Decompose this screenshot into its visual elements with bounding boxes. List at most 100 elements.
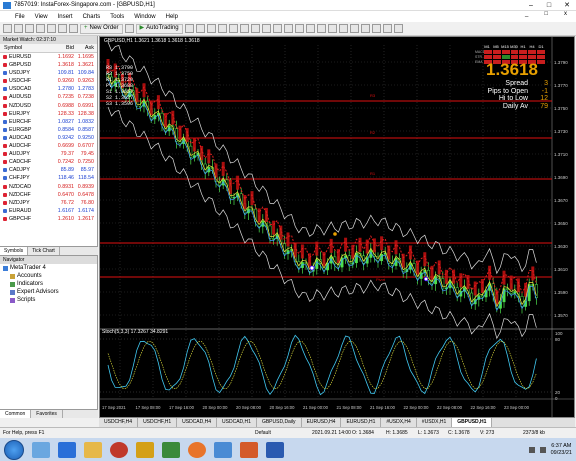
data-window-icon[interactable] bbox=[36, 24, 45, 33]
navigator-item-indicators[interactable]: Indicators bbox=[0, 280, 97, 288]
chart-tab[interactable]: USDCAD,H4 bbox=[177, 418, 218, 427]
market-watch-row[interactable]: AUDUSD 0.7235 0.7238 bbox=[0, 93, 97, 101]
market-watch-row[interactable]: AUDCAD 0.9242 0.9250 bbox=[0, 134, 97, 142]
templates-icon[interactable] bbox=[294, 24, 304, 33]
profiles-icon[interactable] bbox=[14, 24, 23, 33]
mdi-restore-button[interactable]: □ bbox=[539, 11, 553, 17]
market-watch-row[interactable]: AUDJPY 79.37 79.45 bbox=[0, 150, 97, 158]
market-watch-row[interactable]: EURGBP 0.8584 0.8587 bbox=[0, 126, 97, 134]
menu-view[interactable]: View bbox=[30, 14, 53, 20]
market-watch-row[interactable]: CHFJPY 118.46 118.54 bbox=[0, 174, 97, 182]
indicators-icon[interactable] bbox=[272, 24, 282, 33]
market-watch-row[interactable]: EURCHF 1.0827 1.0832 bbox=[0, 118, 97, 126]
periods-icon[interactable] bbox=[283, 24, 293, 33]
tab-symbols[interactable]: Symbols bbox=[0, 247, 29, 255]
tile-icon[interactable] bbox=[239, 24, 249, 33]
app2-taskbar-icon[interactable] bbox=[162, 441, 180, 458]
market-watch-row[interactable]: USDCHF 0.9260 0.9263 bbox=[0, 77, 97, 85]
autotrading-button[interactable]: ▶ AutoTrading bbox=[135, 23, 183, 34]
chart-tab[interactable]: GBPUSD,H1 bbox=[452, 418, 493, 427]
tab-common[interactable]: Common bbox=[0, 410, 32, 418]
chart-tab[interactable]: #USDX,H1 bbox=[417, 418, 453, 427]
column-bid[interactable]: Bid bbox=[50, 44, 74, 52]
chart-tab[interactable]: #USDX,H4 bbox=[381, 418, 417, 427]
mdi-minimize-button[interactable]: _ bbox=[520, 11, 533, 17]
column-ask[interactable]: Ask bbox=[74, 44, 96, 52]
vertical-line-icon[interactable] bbox=[316, 24, 326, 33]
zoom-in-icon[interactable] bbox=[217, 24, 227, 33]
app3-taskbar-icon[interactable] bbox=[214, 441, 232, 458]
chart-tab[interactable]: EURUSD,H1 bbox=[341, 418, 382, 427]
new-order-button[interactable]: + New Order bbox=[80, 23, 123, 34]
market-watch-row[interactable]: CADCHF 0.7242 0.7250 bbox=[0, 158, 97, 166]
app-taskbar-icon[interactable] bbox=[136, 441, 154, 458]
new-chart-icon[interactable] bbox=[3, 24, 12, 33]
tab-tick-chart[interactable]: Tick Chart bbox=[28, 247, 60, 255]
market-watch-row[interactable]: NZDCAD 0.8931 0.8939 bbox=[0, 183, 97, 191]
chart-shift-icon[interactable] bbox=[261, 24, 271, 33]
market-watch-row[interactable]: GBPCHF 1.2610 1.2617 bbox=[0, 215, 97, 223]
market-watch-row[interactable]: EURAUD 1.6167 1.6174 bbox=[0, 207, 97, 215]
chart-window[interactable]: 1.3790 1.3770 1.3750 1.3730 1.3710 1.3690 1.36… bbox=[99, 36, 575, 418]
market-watch-row[interactable]: EURJPY 128.33 128.38 bbox=[0, 110, 97, 118]
tab-favorites[interactable]: Favorites bbox=[31, 410, 63, 418]
navigator-item-expert-advisors[interactable]: Expert Advisors bbox=[0, 288, 97, 296]
menu-insert[interactable]: Insert bbox=[53, 14, 78, 20]
navigator-icon[interactable] bbox=[47, 24, 56, 33]
chart-tab[interactable]: GBPUSD,Daily bbox=[257, 418, 302, 427]
navigator-root[interactable]: MetaTrader 4 bbox=[0, 264, 97, 272]
mdi-close-button[interactable]: x bbox=[559, 11, 572, 17]
close-button[interactable]: ✕ bbox=[558, 0, 576, 11]
volume-icon[interactable] bbox=[539, 446, 546, 453]
candlestick-icon[interactable] bbox=[195, 24, 205, 33]
market-watch-row[interactable]: USDCAD 1.2780 1.2783 bbox=[0, 85, 97, 93]
opera-taskbar-icon[interactable] bbox=[110, 441, 128, 458]
navigator-item-scripts[interactable]: Scripts bbox=[0, 296, 97, 304]
bar-chart-icon[interactable] bbox=[184, 24, 194, 33]
market-watch-row[interactable]: USDJPY 109.81 109.84 bbox=[0, 69, 97, 77]
ie-taskbar-icon[interactable] bbox=[58, 441, 76, 458]
app4-taskbar-icon[interactable] bbox=[266, 441, 284, 458]
tester-icon[interactable] bbox=[69, 24, 78, 33]
menu-charts[interactable]: Charts bbox=[78, 14, 106, 20]
menu-file[interactable]: File bbox=[10, 14, 30, 20]
chart-tab[interactable]: USDCAD,H1 bbox=[217, 418, 257, 427]
market-watch-row[interactable]: NZDJPY 76.72 76.80 bbox=[0, 199, 97, 207]
firefox-taskbar-icon[interactable] bbox=[188, 441, 206, 458]
navigator-item-accounts[interactable]: Accounts bbox=[0, 272, 97, 280]
zoom-out-icon[interactable] bbox=[228, 24, 238, 33]
metaeditor-icon[interactable] bbox=[124, 24, 134, 33]
network-icon[interactable] bbox=[528, 446, 535, 453]
autoscroll-icon[interactable] bbox=[250, 24, 260, 33]
fibonacci-icon[interactable] bbox=[360, 24, 370, 33]
metatrader-taskbar-icon[interactable] bbox=[240, 441, 258, 458]
crosshair-icon[interactable] bbox=[305, 24, 315, 33]
explorer-taskbar-icon[interactable] bbox=[32, 441, 50, 458]
market-watch-row[interactable]: NZDUSD 0.6988 0.6991 bbox=[0, 102, 97, 110]
terminal-icon[interactable] bbox=[58, 24, 67, 33]
label-icon[interactable] bbox=[382, 24, 392, 33]
market-watch-row[interactable]: GBPUSD 1.3618 1.3621 bbox=[0, 61, 97, 69]
chart-tab[interactable]: USDCHF,H1 bbox=[138, 418, 178, 427]
line-chart-icon[interactable] bbox=[206, 24, 216, 33]
menu-tools[interactable]: Tools bbox=[105, 14, 129, 20]
trendline-icon[interactable] bbox=[338, 24, 348, 33]
market-watch-row[interactable]: NZDCHF 0.6470 0.6478 bbox=[0, 191, 97, 199]
start-button[interactable] bbox=[4, 439, 24, 460]
clock[interactable]: 6:37 AM 09/23/21 bbox=[551, 443, 572, 457]
text-icon[interactable] bbox=[371, 24, 381, 33]
market-watch-icon[interactable] bbox=[25, 24, 34, 33]
maximize-button[interactable]: □ bbox=[540, 0, 558, 11]
arrows-icon[interactable] bbox=[393, 24, 403, 33]
market-watch-row[interactable]: EURUSD 1.1692 1.1695 bbox=[0, 53, 97, 61]
menu-help[interactable]: Help bbox=[161, 14, 183, 20]
market-watch-row[interactable]: AUDCHF 0.6699 0.6707 bbox=[0, 142, 97, 150]
minimize-button[interactable]: – bbox=[522, 0, 540, 11]
chart-tab[interactable]: USDCHF,H4 bbox=[99, 418, 139, 427]
folder-taskbar-icon[interactable] bbox=[84, 441, 102, 458]
channel-icon[interactable] bbox=[349, 24, 359, 33]
chart-tab[interactable]: EURUSD,H4 bbox=[302, 418, 342, 427]
menu-window[interactable]: Window bbox=[129, 14, 160, 20]
column-symbol[interactable]: Symbol bbox=[0, 44, 50, 52]
horizontal-line-icon[interactable] bbox=[327, 24, 337, 33]
